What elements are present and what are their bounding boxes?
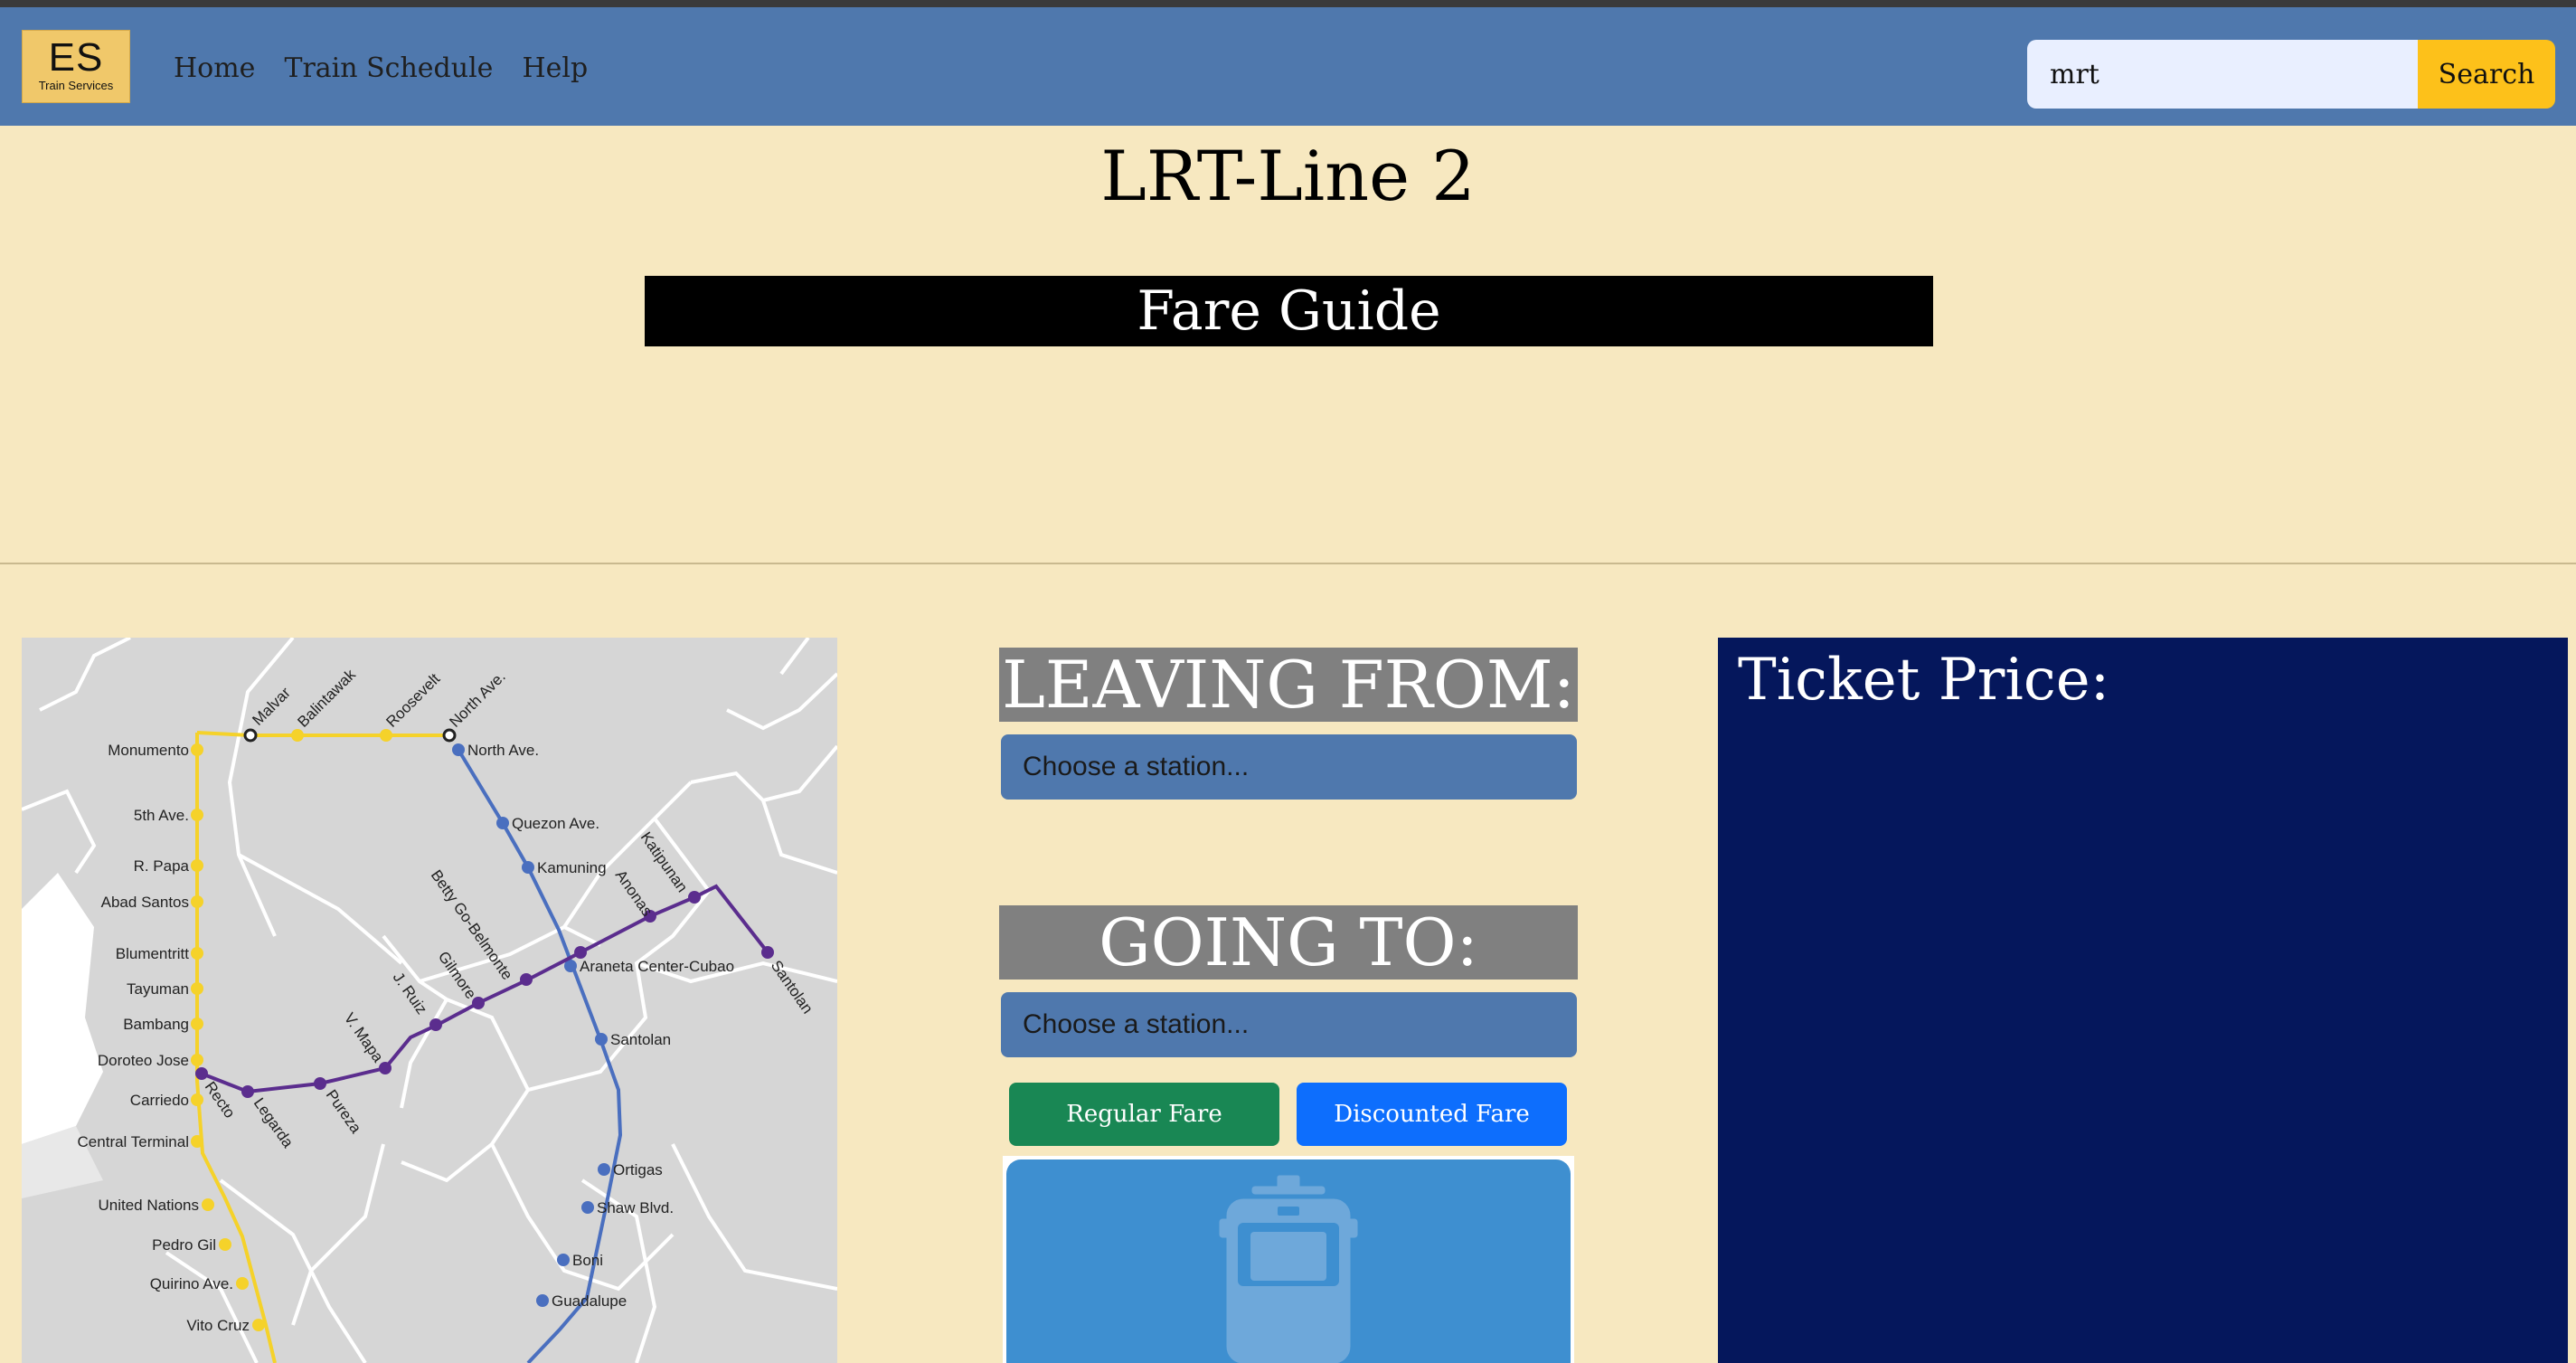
nav-home-link[interactable]: Home [174,52,255,84]
ticket-price-panel: Ticket Price: [1718,638,2568,1363]
regular-fare-button[interactable]: Regular Fare [1009,1083,1279,1146]
label-tayuman: Tayuman [127,980,189,998]
label-united-nations: United Nations [98,1197,199,1214]
logo[interactable]: ES Train Services [22,30,130,103]
label-5th-ave: 5th Ave. [134,807,189,824]
logo-main-text: ES [48,35,104,80]
fare-guide-banner: Fare Guide [645,276,1933,346]
search-input[interactable] [2027,40,2418,109]
top-border [0,0,2576,7]
label-quirino-ave: Quirino Ave. [150,1275,233,1292]
ticket-price-label: Ticket Price: [1738,647,2110,714]
label-abad-santos: Abad Santos [101,894,189,911]
label-santolan-mrt: Santolan [610,1031,671,1048]
label-quezon-ave: Quezon Ave. [512,815,599,832]
section-divider [0,563,2576,564]
train-icon [1219,1175,1358,1363]
train-card-face [1006,1159,1571,1363]
label-carriedo: Carriedo [130,1092,189,1109]
train-route-map: Monumento 5th Ave. R. Papa Abad Santos B… [22,638,837,1363]
going-to-heading: GOING TO: [999,905,1578,980]
leaving-station-select[interactable]: Choose a station... [1001,734,1577,800]
search-button[interactable]: Search [2418,40,2555,109]
label-central-terminal: Central Terminal [78,1133,189,1150]
nav-help-link[interactable]: Help [522,52,588,84]
label-shaw-blvd: Shaw Blvd. [597,1199,674,1216]
logo-sub-text: Train Services [38,79,114,92]
label-boni: Boni [572,1252,603,1269]
label-blumentritt: Blumentritt [116,945,190,962]
label-ortigas: Ortigas [613,1161,663,1178]
label-bambang: Bambang [123,1016,189,1033]
label-araneta-cubao: Araneta Center-Cubao [580,958,734,975]
page-title: LRT-Line 2 [1100,136,1476,216]
going-station-select[interactable]: Choose a station... [1001,992,1577,1057]
leaving-from-heading: LEAVING FROM: [999,648,1578,722]
label-r-papa: R. Papa [134,857,190,875]
label-pedro-gil: Pedro Gil [152,1236,216,1254]
label-guadalupe: Guadalupe [552,1292,627,1310]
label-vito-cruz: Vito Cruz [186,1317,250,1334]
navbar: ES Train Services Home Train Schedule He… [0,7,2576,126]
route-map-svg: Monumento 5th Ave. R. Papa Abad Santos B… [22,638,837,1363]
nav-links: Home Train Schedule Help [174,52,588,84]
discounted-fare-button[interactable]: Discounted Fare [1297,1083,1567,1146]
label-north-ave: North Ave. [467,742,539,759]
label-doroteo-jose: Doroteo Jose [98,1052,189,1069]
nav-train-schedule-link[interactable]: Train Schedule [284,52,493,84]
label-monumento: Monumento [108,742,189,759]
label-kamuning: Kamuning [537,859,607,876]
train-card-image [1003,1156,1574,1363]
